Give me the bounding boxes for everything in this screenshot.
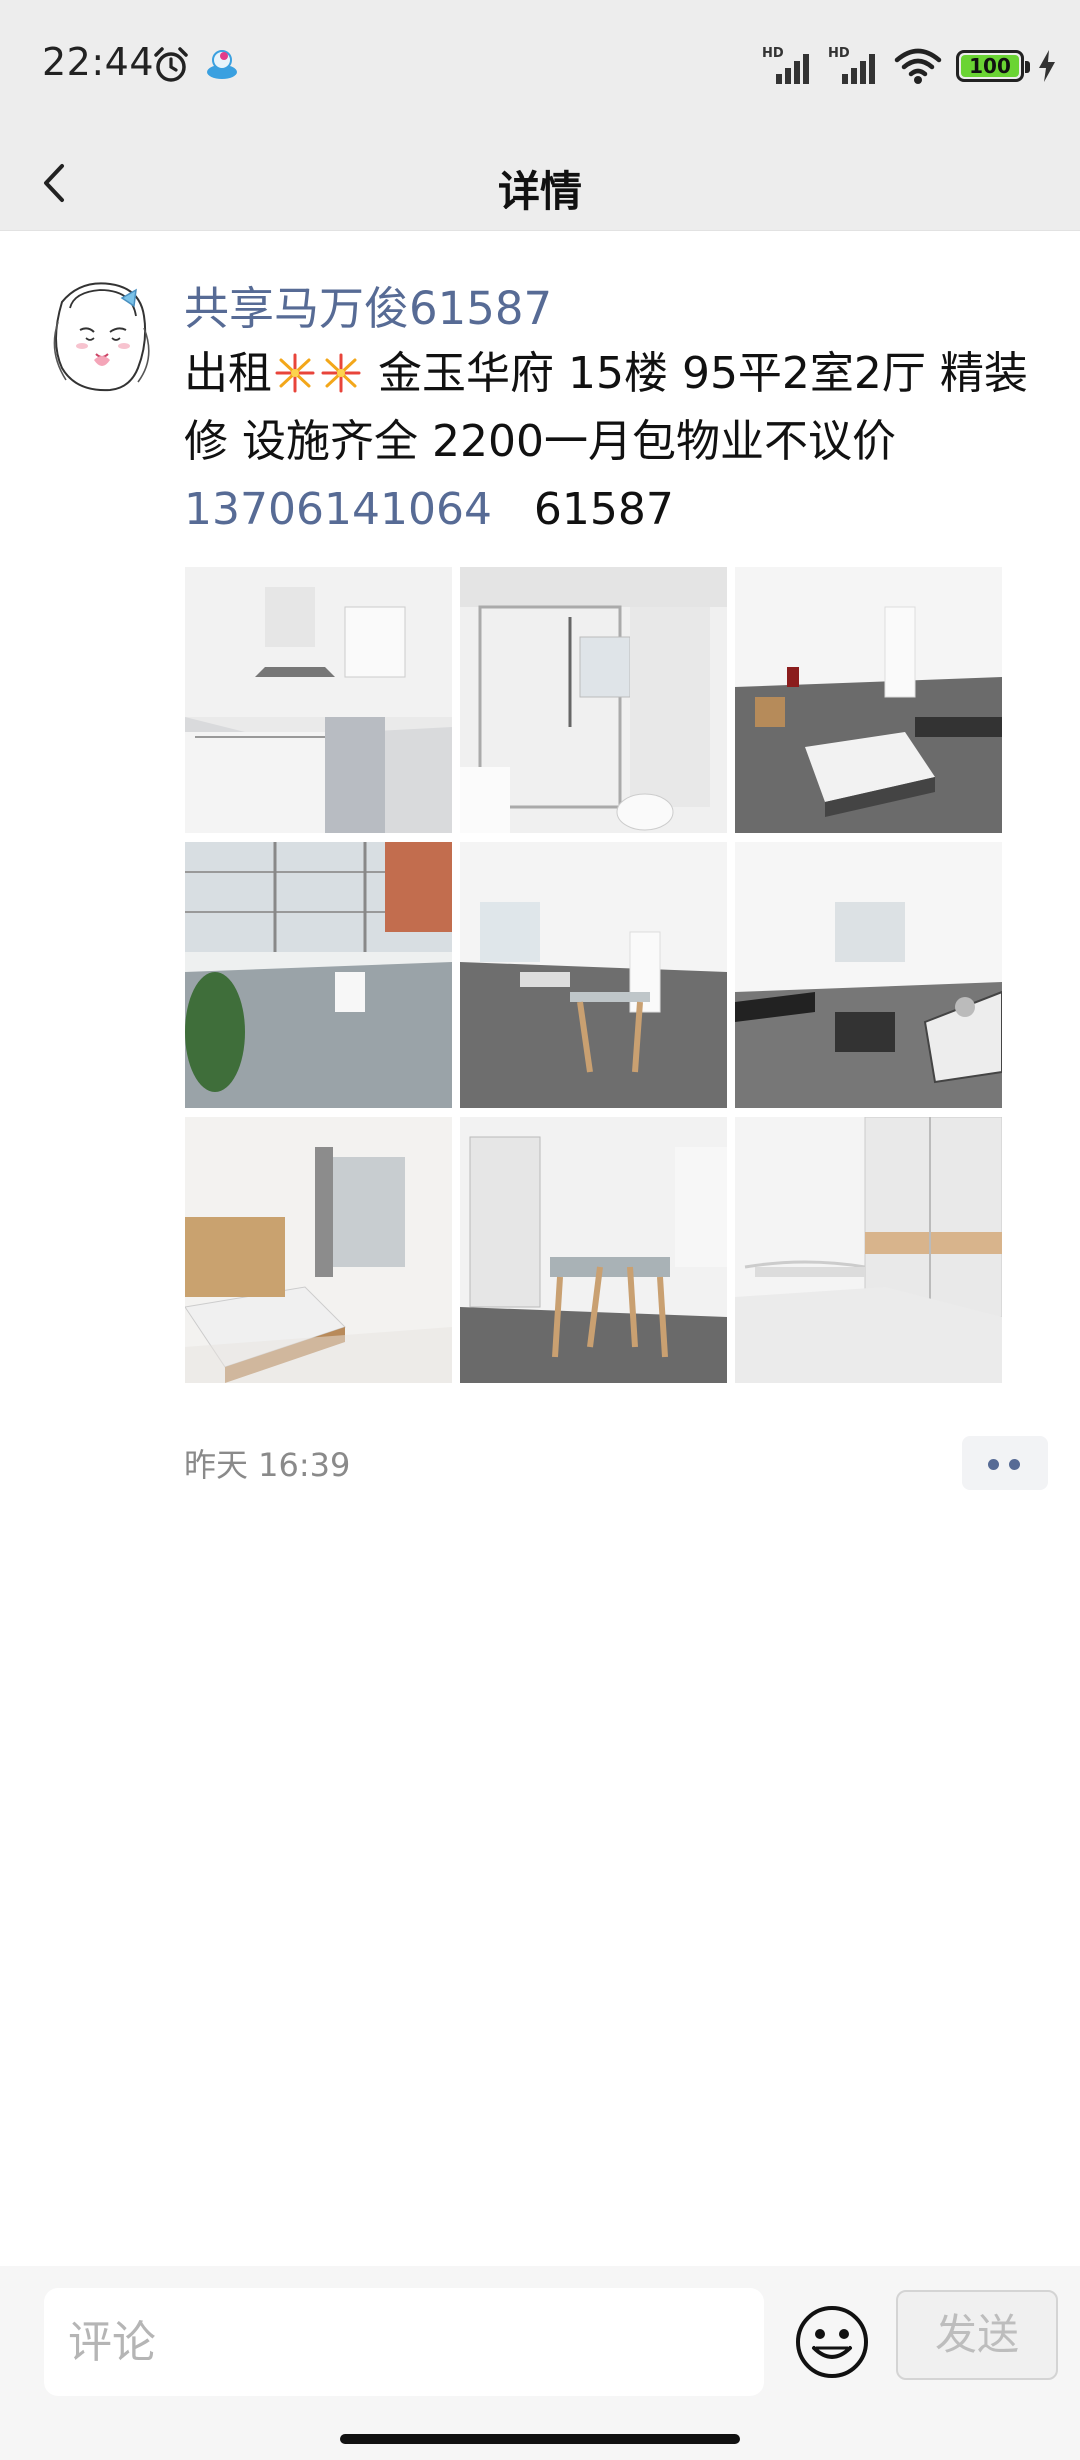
- post-code: 61587: [533, 484, 674, 535]
- status-bar: 22:44 HD HD 100: [0, 0, 1080, 136]
- wifi-icon: [894, 48, 942, 84]
- photo-grid: [185, 567, 1005, 1383]
- photo-bedroom-1[interactable]: [185, 1117, 452, 1383]
- china-mobile-app-icon: [207, 50, 237, 79]
- photo-living-room-2[interactable]: [735, 842, 1002, 1108]
- phone-number-link[interactable]: 13706141064: [184, 484, 492, 535]
- photo-bedroom-2[interactable]: [735, 1117, 1002, 1383]
- avatar[interactable]: [40, 272, 164, 396]
- author-name[interactable]: 共享马万俊61587: [184, 272, 552, 337]
- fireworks-emoji-icon: [321, 353, 361, 393]
- comment-input[interactable]: [44, 2288, 764, 2396]
- post-content: 出租 金玉华府 15楼 95平2室2厅 精装修 设施齐全 2200一月包物业不议…: [184, 340, 1044, 544]
- post-timestamp: 昨天 16:39: [184, 1446, 351, 1484]
- charging-bolt-icon: [1039, 50, 1055, 82]
- home-indicator[interactable]: [340, 2434, 740, 2444]
- status-time: 22:44: [42, 40, 155, 84]
- battery-icon: 100: [956, 50, 1030, 82]
- alarm-clock-icon: [154, 47, 188, 82]
- photo-balcony[interactable]: [185, 842, 452, 1108]
- emoji-smiley-icon[interactable]: [794, 2304, 870, 2380]
- battery-level: 100: [969, 54, 1011, 78]
- photo-living-room-1[interactable]: [735, 567, 1002, 833]
- top-nav-bar: 详情: [0, 136, 1080, 231]
- page-title: 详情: [497, 167, 582, 216]
- photo-bathroom[interactable]: [460, 567, 727, 833]
- cellular-signal-2-icon: HD: [828, 46, 880, 86]
- cellular-signal-1-icon: HD: [762, 46, 814, 86]
- send-button[interactable]: 发送: [896, 2290, 1058, 2380]
- photo-kitchen[interactable]: [185, 567, 452, 833]
- comment-bar: 发送: [0, 2266, 1080, 2460]
- more-actions-button[interactable]: [962, 1436, 1048, 1490]
- photo-living-dining[interactable]: [460, 842, 727, 1108]
- post-text-prefix: 出租: [184, 348, 272, 399]
- fireworks-emoji-icon: [275, 353, 315, 393]
- photo-dining-room[interactable]: [460, 1117, 727, 1383]
